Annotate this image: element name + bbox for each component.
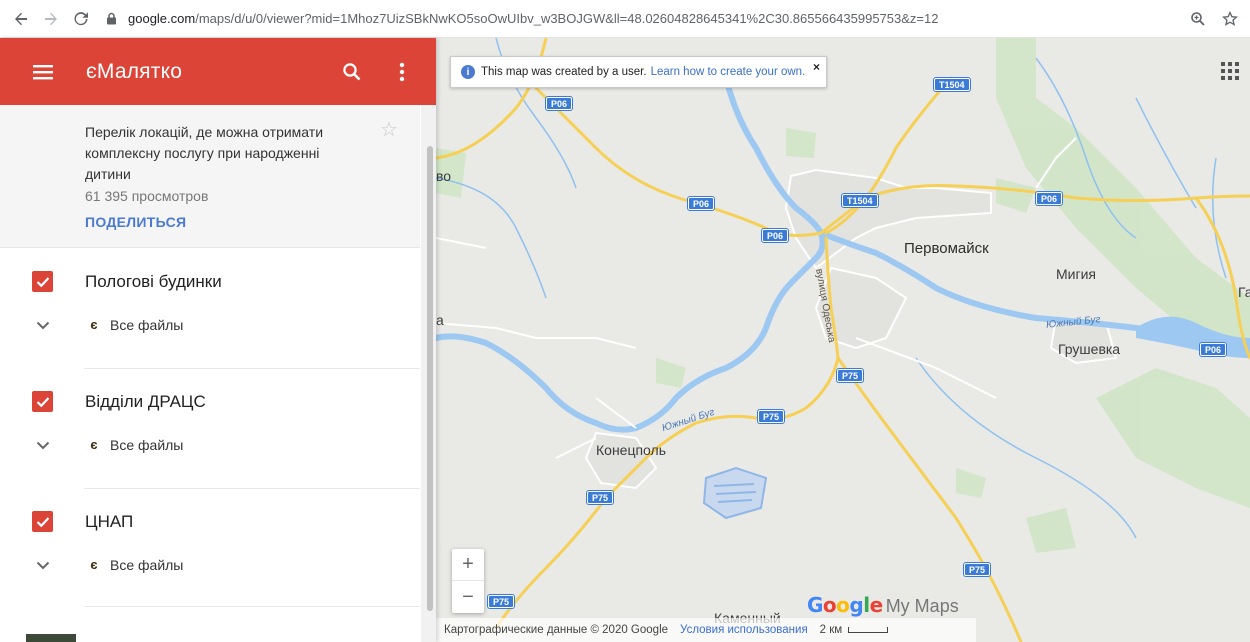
- map-title: єМалятко: [86, 59, 183, 83]
- chevron-down-icon[interactable]: [34, 436, 52, 454]
- chevron-down-icon[interactable]: [34, 556, 52, 574]
- scale-label[interactable]: 2 км: [820, 624, 843, 636]
- road-shield: P75: [964, 563, 991, 576]
- zoom-controls: + −: [452, 549, 484, 613]
- place-label: Мигия: [1056, 266, 1096, 282]
- forward-icon[interactable]: [36, 4, 66, 34]
- layer-divider: [84, 606, 420, 607]
- view-count: 61 395 просмотров: [85, 188, 209, 204]
- road-shield: P06: [688, 197, 715, 210]
- layer-thumbnail: [26, 634, 76, 642]
- layer-name[interactable]: ЦНАП: [85, 512, 133, 532]
- bookmark-star-icon[interactable]: [1216, 5, 1244, 33]
- map-canvas[interactable]: во а Первомайск Мигия Грушевка Га Конецп…: [436, 38, 1250, 642]
- place-label: Грушевка: [1058, 341, 1121, 357]
- place-label: а: [436, 312, 444, 328]
- road-shield: P06: [762, 229, 789, 242]
- road-shield: P75: [587, 491, 614, 504]
- road-shield: T1504: [842, 194, 878, 207]
- info-icon: i: [461, 65, 475, 79]
- layer-section: Пологові будинки є Все файлы: [0, 248, 420, 368]
- road-shield: P75: [488, 595, 515, 608]
- layer-style-icon: є: [90, 436, 98, 452]
- map-tiles: [436, 38, 1250, 642]
- place-label: Га: [1238, 284, 1250, 300]
- star-icon[interactable]: ☆: [380, 117, 398, 142]
- back-icon[interactable]: [6, 4, 36, 34]
- attribution-bar: Картографические данные © 2020 Google Ус…: [436, 618, 1250, 642]
- url-path: /maps/d/u/0/viewer?mid=1Mhoz7UizSBkNwKO5…: [195, 11, 939, 26]
- terms-link[interactable]: Условия использования: [680, 624, 808, 636]
- road-shield: P75: [758, 410, 785, 423]
- map-info-panel: Перелік локацій, де можна отримати компл…: [0, 105, 420, 248]
- chevron-down-icon[interactable]: [34, 316, 52, 334]
- user-map-notice: i This map was created by a user. Learn …: [450, 56, 827, 88]
- layer-style-icon: є: [90, 316, 98, 332]
- reload-icon[interactable]: [66, 4, 96, 34]
- layer-name[interactable]: Відділи ДРАЦС: [85, 392, 206, 412]
- google-logo: Google: [807, 593, 883, 617]
- place-label: во: [436, 168, 452, 184]
- lock-icon: [102, 10, 120, 28]
- road-shield: P75: [837, 369, 864, 382]
- zoom-icon[interactable]: [1184, 5, 1212, 33]
- road-shield: P06: [1036, 192, 1063, 205]
- sidebar-scroll-thumb[interactable]: [427, 146, 433, 611]
- layer-checkbox[interactable]: [32, 271, 53, 292]
- layer-checkbox[interactable]: [32, 391, 53, 412]
- sidebar-header: єМалятко: [0, 38, 436, 105]
- map-description: Перелік локацій, де можна отримати компл…: [85, 124, 324, 182]
- address-bar[interactable]: google.com/maps/d/u/0/viewer?mid=1Mhoz7U…: [102, 4, 1184, 34]
- all-files-label[interactable]: Все файлы: [110, 437, 183, 453]
- apps-grid-icon[interactable]: [1221, 62, 1241, 82]
- more-options-icon[interactable]: [382, 52, 422, 92]
- place-label: Первомайск: [904, 240, 989, 257]
- learn-more-link[interactable]: Learn how to create your own.: [651, 66, 806, 78]
- search-icon[interactable]: [332, 52, 372, 92]
- my-maps-label: My Maps: [885, 596, 959, 616]
- all-files-label[interactable]: Все файлы: [110, 557, 183, 573]
- layer-name[interactable]: Пологові будинки: [85, 272, 222, 292]
- layer-checkbox[interactable]: [32, 511, 53, 532]
- zoom-out-button[interactable]: −: [452, 581, 484, 613]
- hamburger-menu-icon[interactable]: [22, 51, 64, 93]
- close-icon[interactable]: ×: [813, 60, 820, 74]
- road-shield: P06: [546, 97, 573, 110]
- scale-bar: [848, 627, 889, 633]
- google-my-maps-logo: Google My Maps: [807, 593, 959, 618]
- map-data-attribution: Картографические данные © 2020 Google: [444, 624, 669, 636]
- zoom-in-button[interactable]: +: [452, 549, 484, 581]
- url-text: google.com/maps/d/u/0/viewer?mid=1Mhoz7U…: [128, 11, 938, 26]
- all-files-label[interactable]: Все файлы: [110, 317, 183, 333]
- road-shield: T1504: [934, 78, 970, 91]
- layer-style-icon: є: [90, 556, 98, 572]
- road-shield: P06: [1200, 343, 1227, 356]
- layer-section: ЦНАП є Все файлы: [0, 488, 420, 608]
- notice-text: This map was created by a user.: [481, 66, 647, 78]
- share-button[interactable]: ПОДЕЛИТЬСЯ: [85, 214, 396, 230]
- map-sidebar: єМалятко Перелік локацій, де можна отрим…: [0, 38, 436, 642]
- browser-toolbar: google.com/maps/d/u/0/viewer?mid=1Mhoz7U…: [0, 0, 1250, 38]
- place-label: Конецполь: [596, 442, 666, 458]
- url-host: google.com: [128, 11, 196, 26]
- layer-section: Відділи ДРАЦС є Все файлы: [0, 368, 420, 488]
